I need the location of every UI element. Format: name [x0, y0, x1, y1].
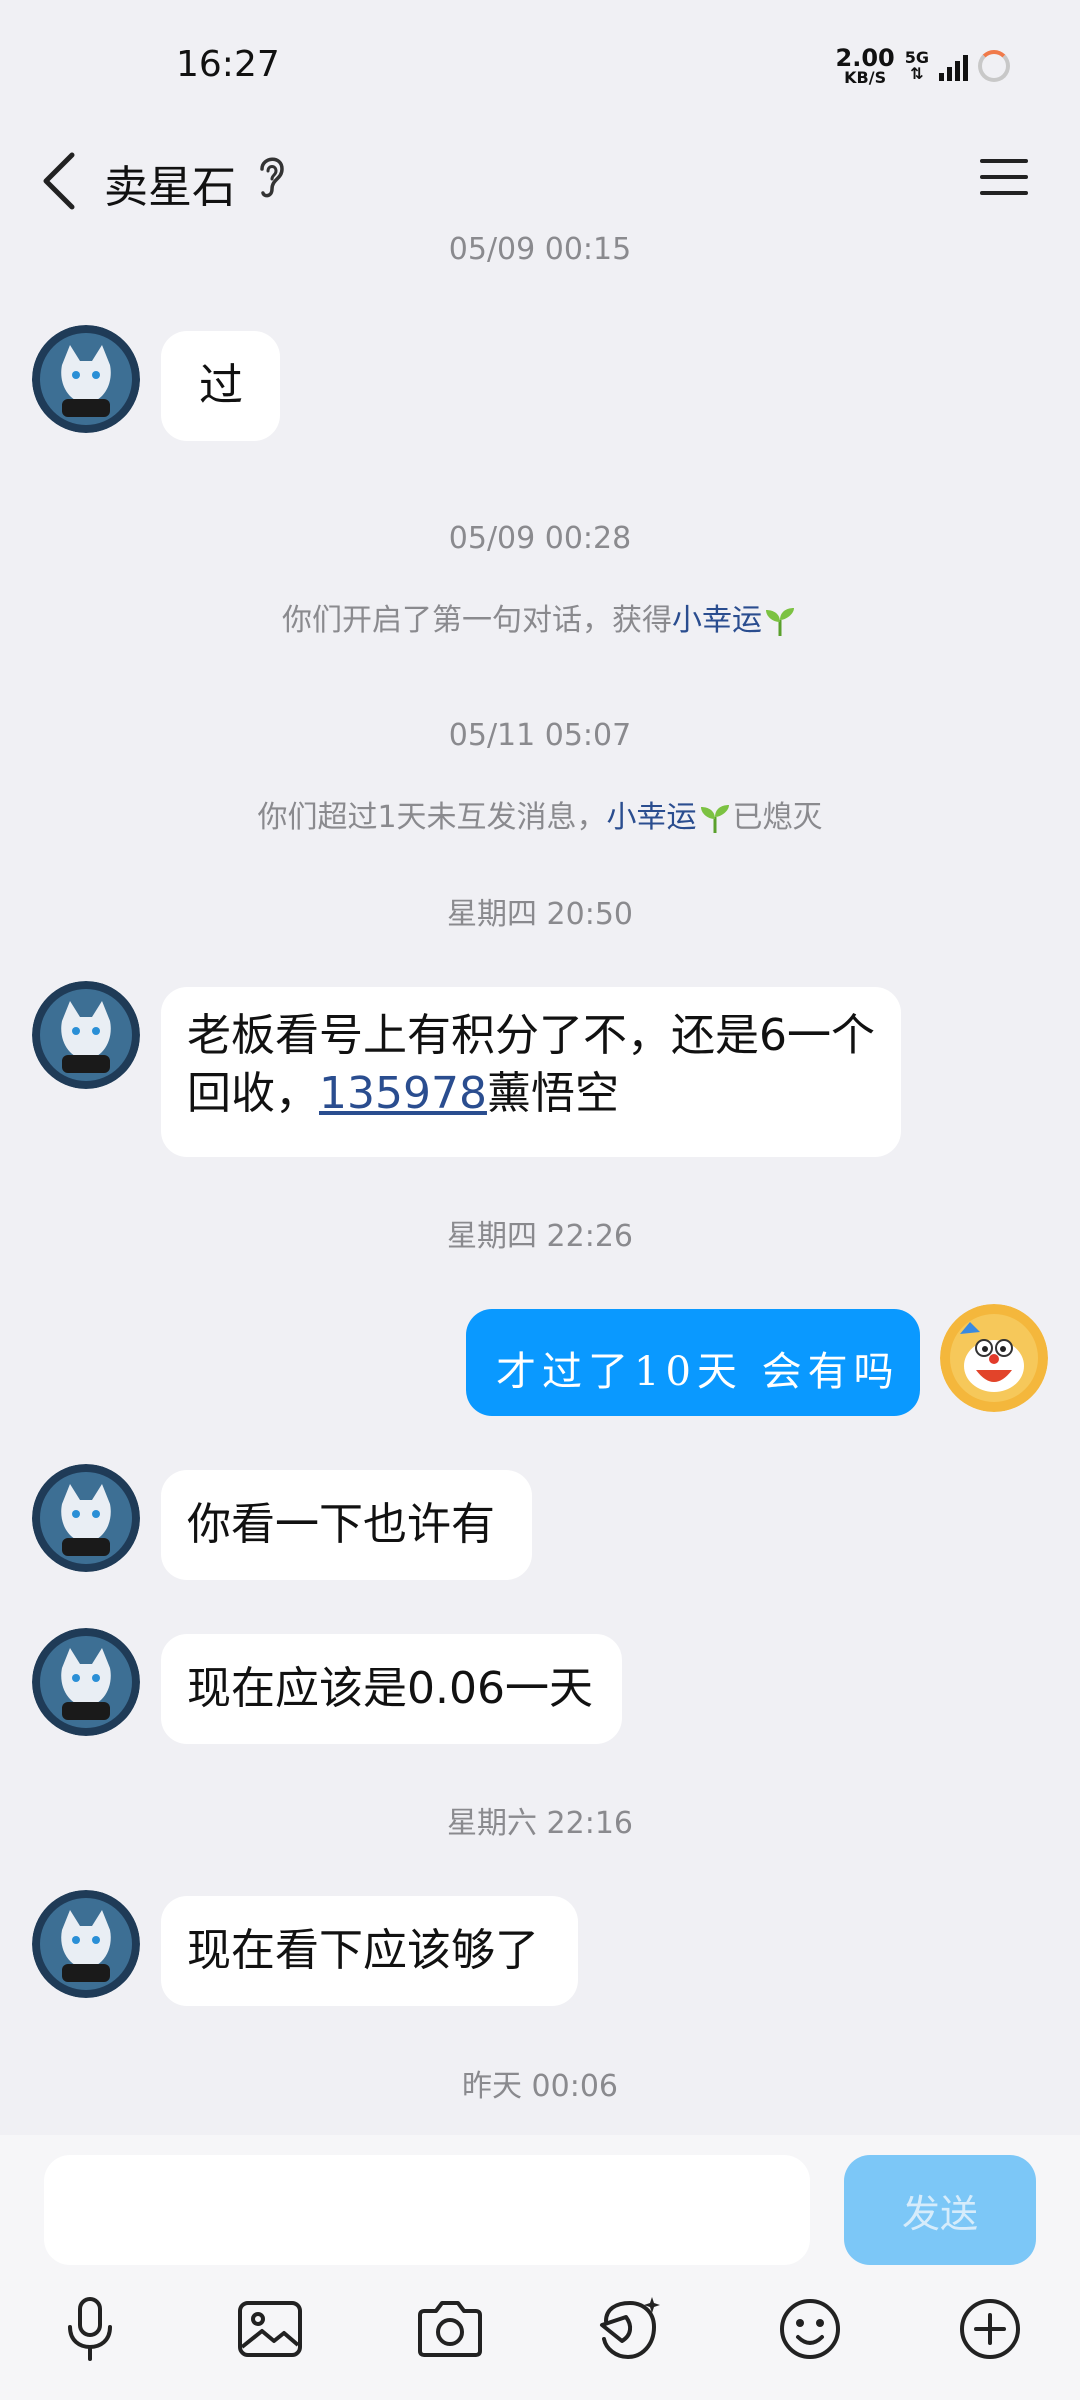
timestamp: 05/11 05:07: [448, 718, 632, 753]
message-bubble[interactable]: 过: [161, 331, 280, 441]
sprout-icon: [766, 608, 794, 636]
system-notice: 你们开启了第一句对话，获得小幸运: [0, 595, 1080, 639]
sprout-icon: [700, 805, 729, 833]
timestamp: 05/09 00:15: [448, 232, 632, 267]
back-arrow-icon[interactable]: [36, 141, 96, 221]
lucky-link[interactable]: 小幸运: [607, 800, 697, 835]
data-arrows-icon: ⇅: [910, 64, 924, 83]
microphone-icon[interactable]: [52, 2291, 128, 2367]
my-avatar[interactable]: [940, 1304, 1048, 1412]
contact-avatar[interactable]: [32, 1890, 140, 1998]
timestamp: 星期四 22:26: [447, 1219, 633, 1254]
sticker-icon[interactable]: [592, 2291, 668, 2367]
message-bubble[interactable]: 现在看下应该够了: [161, 1896, 578, 2006]
signal-icon: [939, 51, 968, 81]
ear-icon: [254, 147, 290, 207]
message-text: 薰悟空: [486, 1068, 619, 1119]
contact-avatar[interactable]: [32, 1628, 140, 1736]
system-notice-text: 你们开启了第一句对话，获得: [282, 603, 672, 638]
network-speed-value: 2.00: [835, 44, 895, 72]
contact-avatar[interactable]: [32, 1464, 140, 1572]
message-bubble[interactable]: 老板看号上有积分了不，还是6一个回收，135978薰悟空: [161, 987, 901, 1157]
timestamp: 星期四 20:50: [447, 897, 633, 932]
contact-avatar[interactable]: [32, 325, 140, 433]
message-bubble[interactable]: 你看一下也许有: [161, 1470, 532, 1580]
battery-icon: [978, 50, 1010, 82]
my-message-bubble[interactable]: 才过了10天 会有吗: [466, 1309, 920, 1416]
timestamp: 05/09 00:28: [448, 521, 632, 556]
emoji-icon[interactable]: [772, 2291, 848, 2367]
status-time: 16:27: [176, 44, 280, 85]
network-type: 5G ⇅: [905, 50, 929, 82]
contact-avatar[interactable]: [32, 981, 140, 1089]
image-icon[interactable]: [232, 2291, 308, 2367]
status-indicators: 2.00 KB/S 5G ⇅: [836, 44, 1010, 88]
message-input[interactable]: [44, 2155, 810, 2265]
lucky-link[interactable]: 小幸运: [672, 603, 762, 638]
system-notice-text: 已熄灭: [732, 800, 823, 835]
network-speed-unit: KB/S: [844, 68, 887, 87]
menu-icon[interactable]: [970, 147, 1040, 207]
message-bubble[interactable]: 现在应该是0.06一天: [161, 1634, 622, 1744]
timestamp: 星期六 22:16: [447, 1806, 633, 1841]
number-link[interactable]: 135978: [319, 1068, 487, 1119]
system-notice: 你们超过1天未互发消息，小幸运 已熄灭: [0, 792, 1080, 836]
camera-icon[interactable]: [412, 2291, 488, 2367]
status-bar: 16:27 2.00 KB/S 5G ⇅: [0, 0, 1080, 135]
system-notice-text: 你们超过1天未互发消息，: [257, 800, 607, 835]
plus-icon[interactable]: [952, 2291, 1028, 2367]
timestamp: 昨天 00:06: [462, 2069, 618, 2104]
send-button[interactable]: 发送: [844, 2155, 1036, 2265]
chat-header: 卖星石: [0, 135, 1080, 231]
chat-title[interactable]: 卖星石: [104, 151, 236, 215]
network-speed: 2.00 KB/S: [836, 46, 895, 86]
input-bar: 发送: [0, 2135, 1080, 2400]
